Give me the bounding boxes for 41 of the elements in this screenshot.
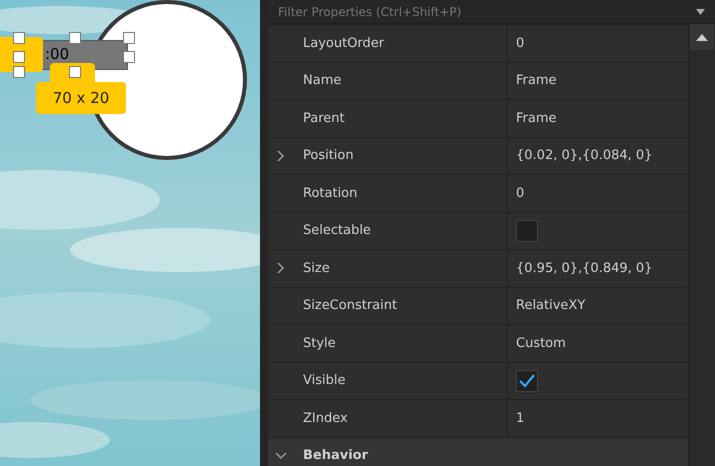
- resize-handle[interactable]: [13, 32, 25, 44]
- property-name: SizeConstraint: [302, 297, 398, 315]
- resize-handle[interactable]: [69, 32, 81, 44]
- property-name: Selectable: [302, 222, 371, 240]
- checkmark-icon: [519, 374, 535, 388]
- property-name: LayoutOrder: [302, 34, 384, 52]
- property-value[interactable]: RelativeXY: [516, 296, 586, 316]
- chevron-icon[interactable]: [277, 150, 285, 162]
- frame-text: :00: [45, 46, 70, 62]
- property-value[interactable]: 1: [516, 408, 524, 428]
- property-value[interactable]: Frame: [516, 108, 557, 128]
- property-value[interactable]: Frame: [516, 71, 557, 90]
- checkbox[interactable]: [516, 220, 538, 242]
- property-name: ZIndex: [302, 410, 348, 428]
- property-name: Position: [302, 147, 354, 165]
- chevron-icon[interactable]: [275, 452, 287, 460]
- resize-handle[interactable]: [123, 32, 135, 44]
- property-name: Name: [302, 72, 342, 90]
- dropdown-icon[interactable]: [696, 9, 705, 15]
- scroll-up-button[interactable]: [690, 24, 714, 50]
- property-value[interactable]: 0: [516, 184, 524, 203]
- filter-field[interactable]: Filter Properties (Ctrl+Shift+P): [268, 0, 715, 24]
- size-tooltip: 70 x 20: [36, 82, 126, 114]
- resize-handle[interactable]: [13, 66, 25, 78]
- property-name: Rotation: [302, 184, 358, 202]
- property-name: Visible: [302, 372, 346, 390]
- checkbox[interactable]: [516, 370, 538, 392]
- scrollbar[interactable]: [688, 24, 715, 466]
- chevron-icon[interactable]: [277, 262, 285, 274]
- property-name: Style: [302, 334, 336, 352]
- property-name: Parent: [302, 110, 345, 128]
- property-value[interactable]: {0.02, 0},{0.084, 0}: [516, 146, 652, 166]
- resize-handle[interactable]: [123, 51, 135, 63]
- property-name: Size: [302, 260, 330, 278]
- section-header[interactable]: Behavior: [268, 438, 688, 466]
- property-value[interactable]: Custom: [516, 334, 566, 353]
- property-value[interactable]: {0.95, 0},{0.849, 0}: [516, 258, 652, 278]
- property-value[interactable]: 0: [516, 34, 524, 53]
- resize-handle[interactable]: [69, 66, 81, 78]
- resize-handle[interactable]: [13, 51, 25, 63]
- up-arrow-icon: [696, 34, 708, 40]
